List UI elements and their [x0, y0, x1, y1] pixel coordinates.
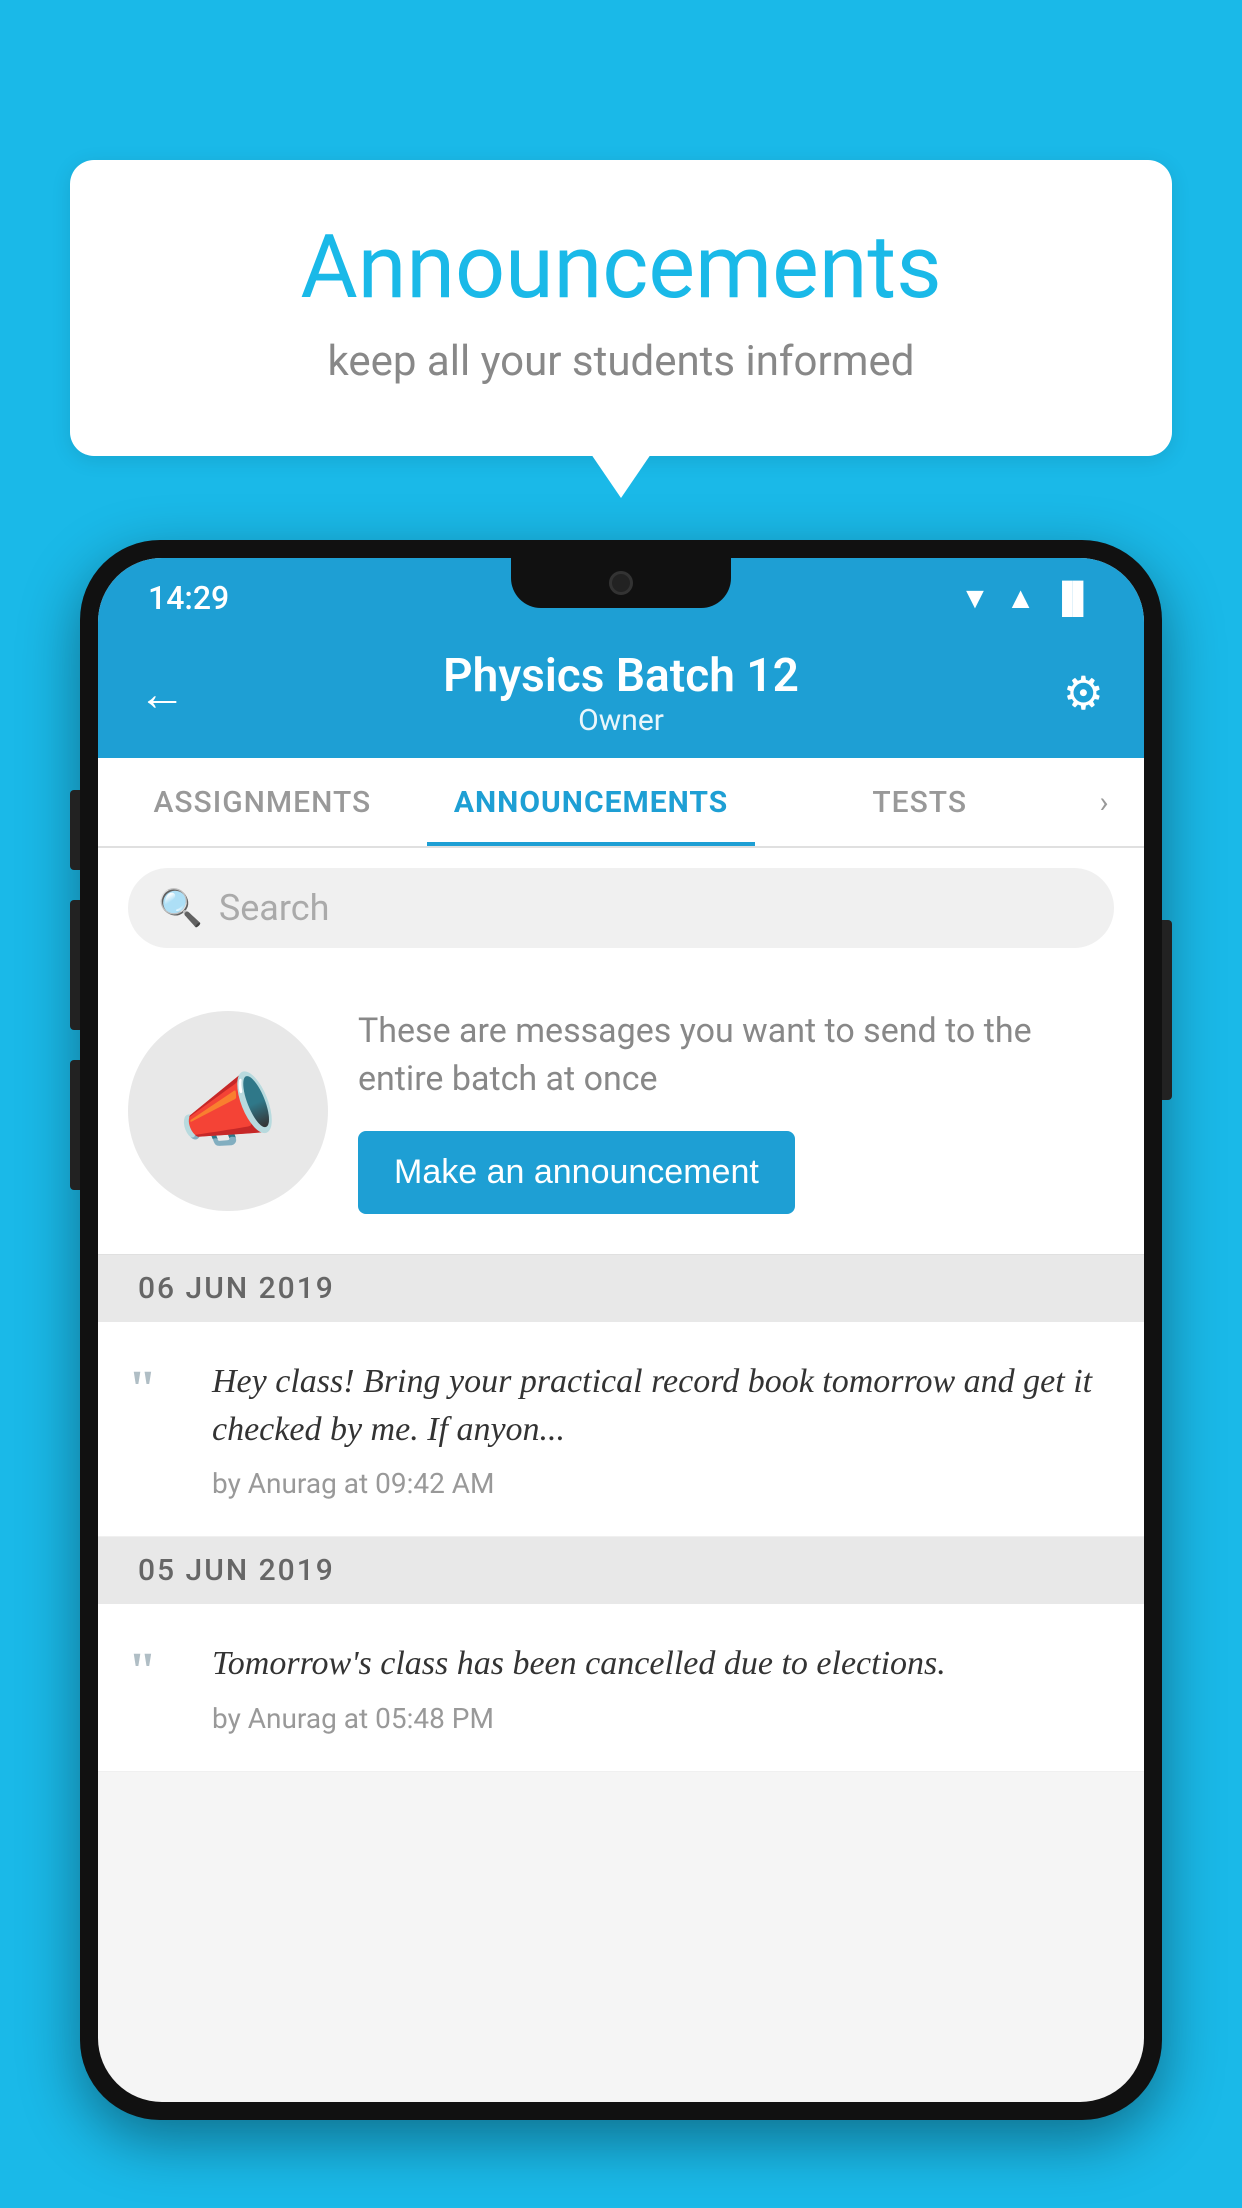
speech-bubble-section: Announcements keep all your students inf…	[70, 160, 1172, 456]
phone-outer: 14:29 ▼ ▲ ▐▌ ← Physics Batch 12 Owner ⚙	[80, 540, 1162, 2120]
back-button[interactable]: ←	[138, 665, 198, 722]
announcement-description: These are messages you want to send to t…	[358, 1008, 1114, 1103]
phone-screen: 14:29 ▼ ▲ ▐▌ ← Physics Batch 12 Owner ⚙	[98, 558, 1144, 2102]
megaphone-icon: 📣	[178, 1064, 278, 1158]
tabs-bar: ASSIGNMENTS ANNOUNCEMENTS TESTS ›	[98, 758, 1144, 848]
search-bar[interactable]: 🔍 Search	[128, 868, 1114, 948]
phone-notch	[511, 558, 731, 608]
announcement-text-1: Hey class! Bring your practical record b…	[212, 1358, 1114, 1453]
phone-button-volume-down	[70, 1060, 80, 1190]
battery-icon: ▐▌	[1051, 581, 1094, 616]
tab-tests[interactable]: TESTS	[755, 758, 1084, 846]
announcement-content-2: Tomorrow's class has been cancelled due …	[212, 1640, 1114, 1735]
status-icons: ▼ ▲ ▐▌	[960, 581, 1094, 616]
user-role: Owner	[198, 703, 1044, 738]
phone-button-volume-silent	[70, 790, 80, 870]
tab-more-icon[interactable]: ›	[1084, 785, 1144, 820]
header-center: Physics Batch 12 Owner	[198, 649, 1044, 738]
date-separator-1: 06 JUN 2019	[98, 1255, 1144, 1322]
search-container: 🔍 Search	[98, 848, 1144, 968]
phone-button-volume-up	[70, 900, 80, 1030]
app-header: ← Physics Batch 12 Owner ⚙	[98, 628, 1144, 758]
signal-icon: ▲	[1006, 581, 1036, 616]
wifi-icon: ▼	[960, 581, 990, 616]
announcement-right: These are messages you want to send to t…	[358, 1008, 1114, 1214]
speech-bubble: Announcements keep all your students inf…	[70, 160, 1172, 456]
tab-assignments[interactable]: ASSIGNMENTS	[98, 758, 427, 846]
phone-button-power	[1162, 920, 1172, 1100]
announcement-text-2: Tomorrow's class has been cancelled due …	[212, 1640, 1114, 1688]
announcement-item-1: " Hey class! Bring your practical record…	[98, 1322, 1144, 1537]
announcement-icon-circle: 📣	[128, 1011, 328, 1211]
announcement-item-2: " Tomorrow's class has been cancelled du…	[98, 1604, 1144, 1772]
make-announcement-button[interactable]: Make an announcement	[358, 1131, 795, 1214]
search-icon: 🔍	[158, 887, 203, 929]
bubble-subtitle: keep all your students informed	[150, 337, 1092, 386]
announcement-meta-1: by Anurag at 09:42 AM	[212, 1467, 1114, 1500]
bubble-title: Announcements	[150, 220, 1092, 317]
settings-icon[interactable]: ⚙	[1044, 666, 1104, 721]
announcement-prompt: 📣 These are messages you want to send to…	[98, 968, 1144, 1255]
batch-title: Physics Batch 12	[198, 649, 1044, 703]
announcement-meta-2: by Anurag at 05:48 PM	[212, 1702, 1114, 1735]
search-placeholder: Search	[219, 887, 330, 929]
announcement-content-1: Hey class! Bring your practical record b…	[212, 1358, 1114, 1500]
phone-mockup: 14:29 ▼ ▲ ▐▌ ← Physics Batch 12 Owner ⚙	[80, 540, 1162, 2208]
date-separator-2: 05 JUN 2019	[98, 1537, 1144, 1604]
status-time: 14:29	[148, 579, 229, 617]
quote-icon-2: "	[128, 1646, 188, 1698]
tab-announcements[interactable]: ANNOUNCEMENTS	[427, 758, 756, 846]
front-camera	[609, 571, 633, 595]
quote-icon-1: "	[128, 1364, 188, 1416]
